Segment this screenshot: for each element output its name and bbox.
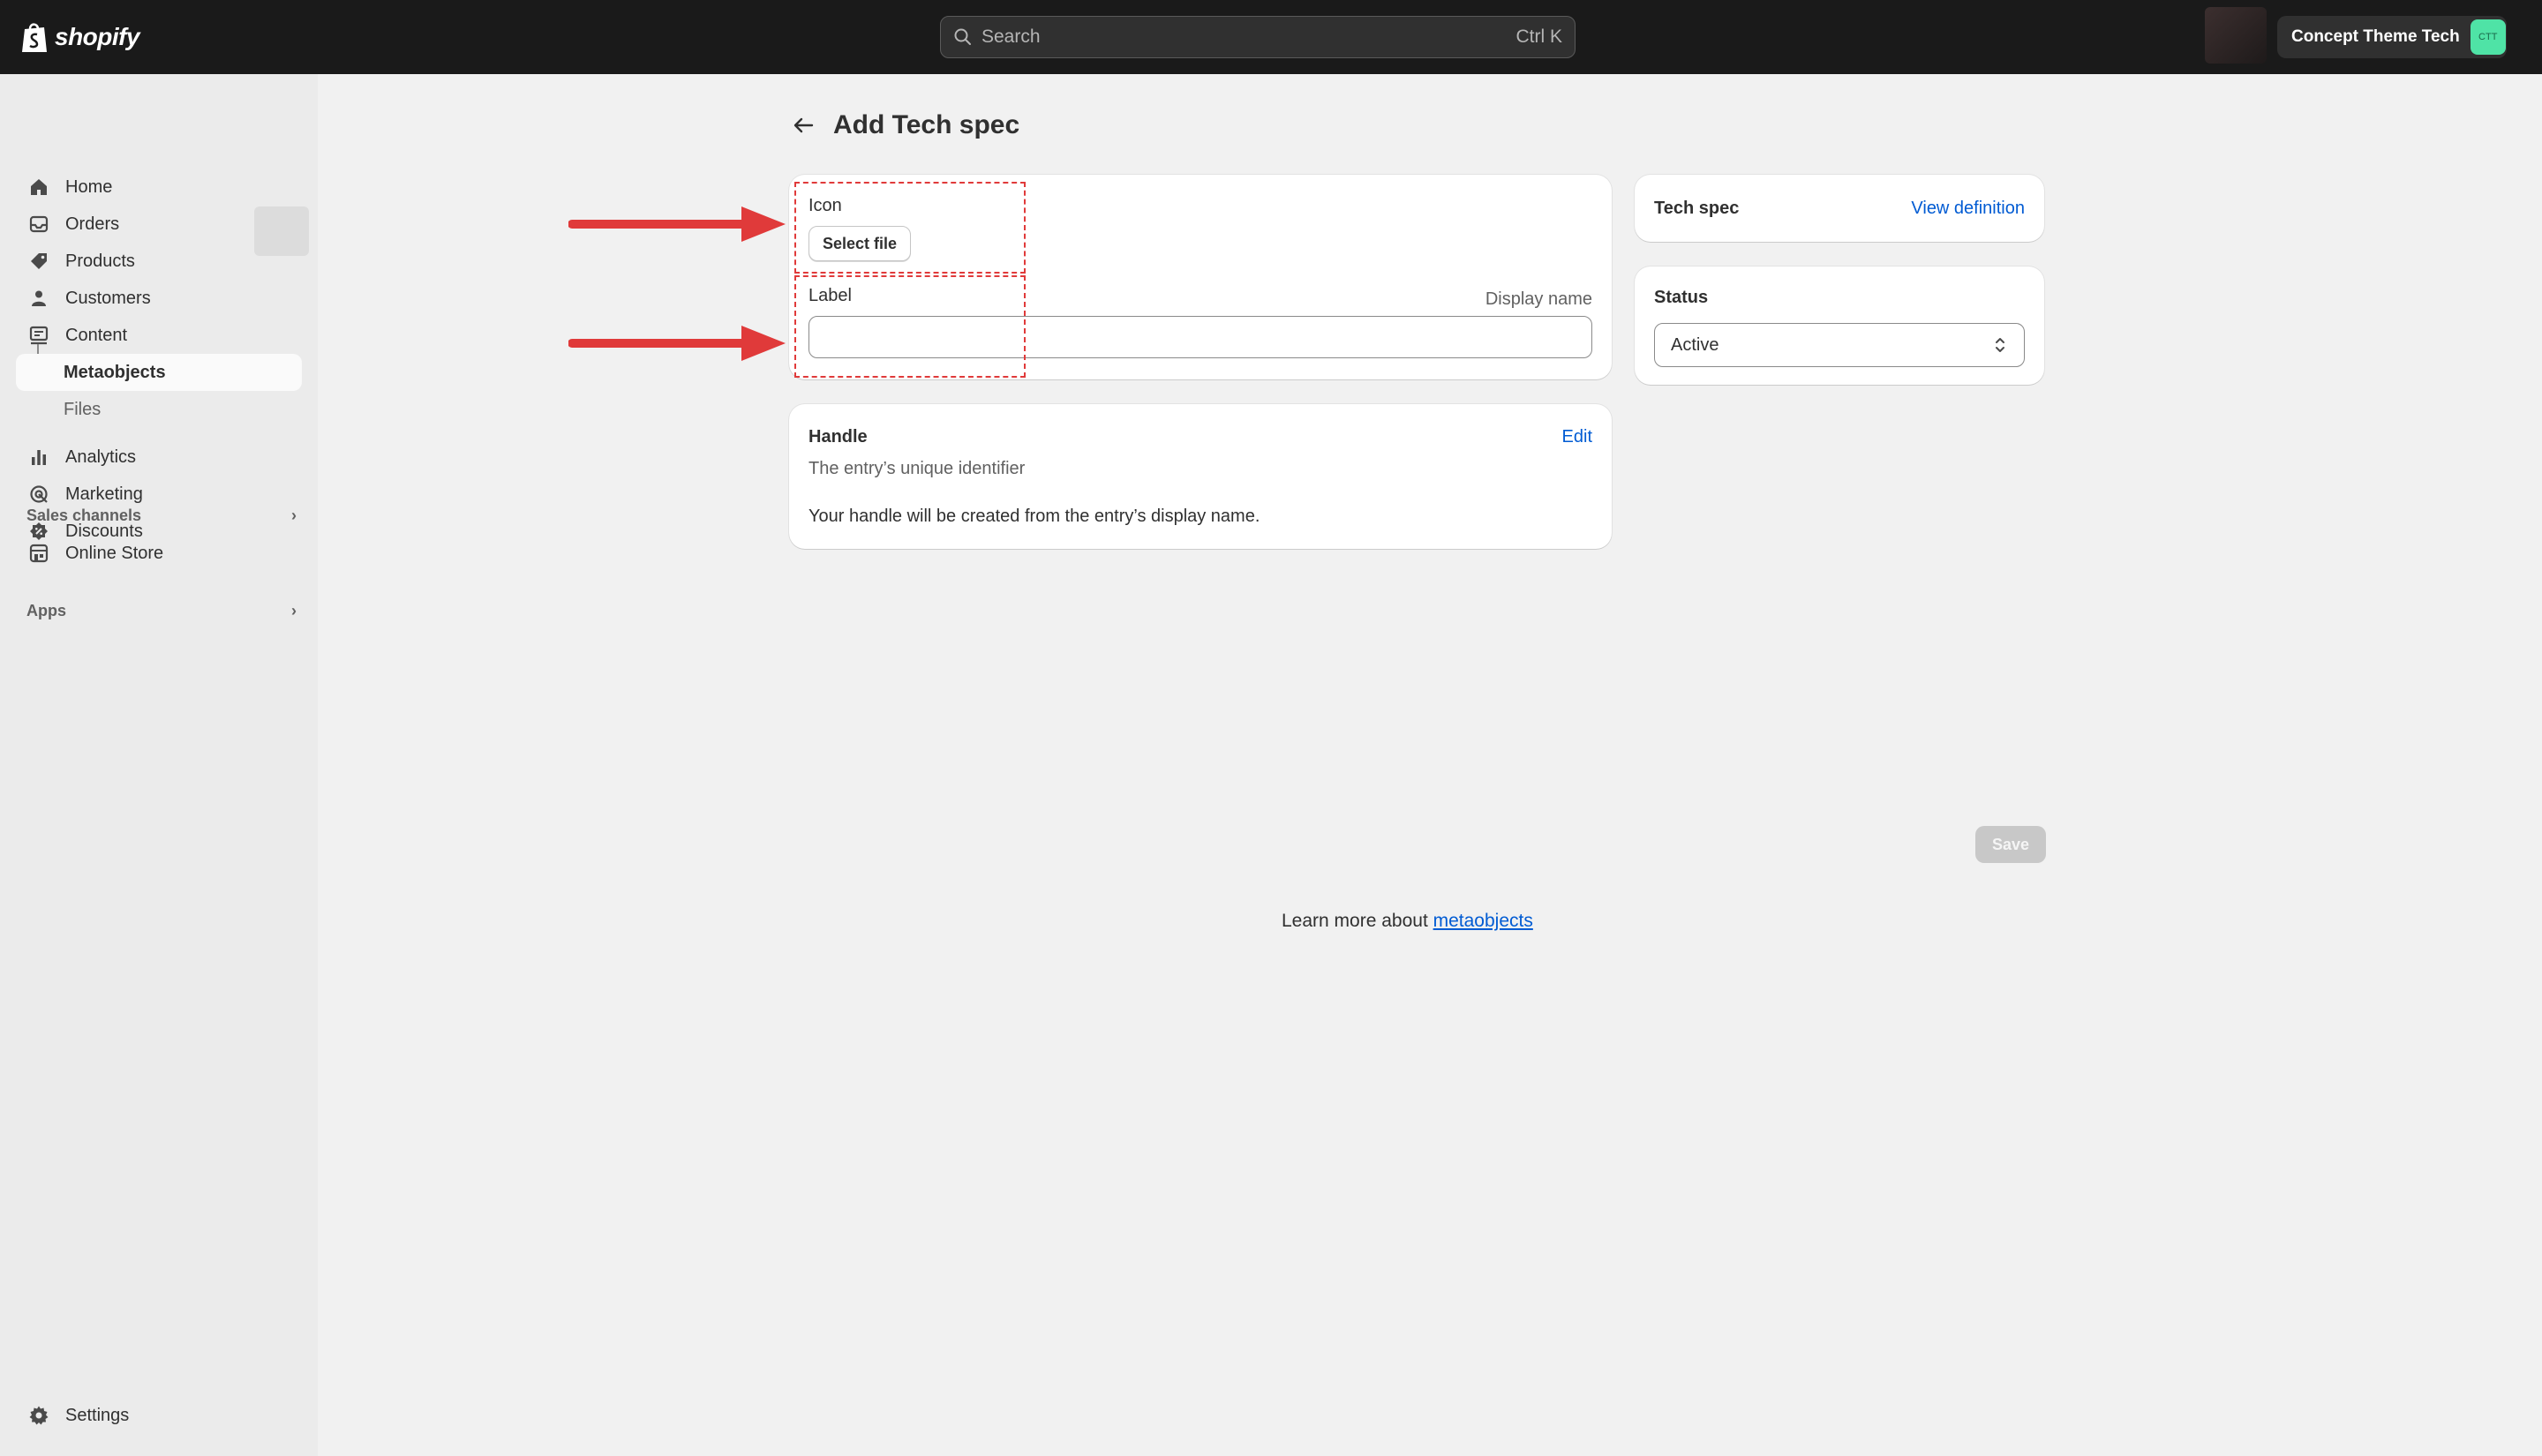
save-button[interactable]: Save [1975,826,2046,863]
sidebar-item-content[interactable]: Content [16,317,302,354]
shopify-bag-icon [22,23,47,52]
learn-more-text: Learn more about metaobjects [1282,911,1533,932]
select-file-button[interactable]: Select file [808,226,911,261]
sidebar-item-products[interactable]: Products [16,243,302,280]
chevron-right-icon: › [291,601,297,619]
handle-card: Handle Edit The entry’s unique identifie… [789,404,1612,549]
view-definition-link[interactable]: View definition [1911,199,2025,219]
store-name: Concept Theme Tech [2291,27,2460,46]
sidebar-item-label: Orders [65,214,120,234]
store-icon [29,544,49,563]
sidebar-item-label: Settings [65,1405,130,1425]
sidebar-item-label: Content [65,325,128,345]
label-field-label: Label [808,286,852,305]
page-header: Add Tech spec [791,104,1019,146]
store-menu-button[interactable]: Concept Theme Tech CTT [2277,16,2507,58]
bar-chart-icon [32,450,46,465]
notification-thumbnail[interactable] [2205,7,2267,64]
handle-title: Handle [808,427,868,447]
sidebar-item-label: Home [65,176,113,197]
page-title: Add Tech spec [833,110,1020,139]
techspec-card: Tech spec View definition [1635,175,2044,242]
sidebar-item-settings[interactable]: Settings [16,1397,302,1434]
apps-header[interactable]: Apps › [26,597,297,624]
sidebar-item-files[interactable]: Files [16,391,302,428]
label-input[interactable] [808,316,1592,358]
store-avatar: CTT [2470,19,2506,55]
inbox-icon [29,215,49,233]
tag-icon [31,253,47,269]
person-icon [32,290,46,306]
sidebar-item-online-store[interactable]: Online Store [16,535,302,572]
home-icon [31,179,47,195]
display-name-hint: Display name [1485,289,1592,309]
search-bar[interactable]: Search Ctrl K [940,16,1576,58]
sidebar-item-analytics[interactable]: Analytics [16,439,302,476]
sidebar: Home Orders Products Customers Content M… [0,74,318,1456]
sidebar-item-customers[interactable]: Customers [16,280,302,317]
shopify-logo[interactable]: shopify [19,19,140,55]
status-select[interactable]: Active [1654,323,2025,367]
search-placeholder: Search [981,26,1041,47]
icon-field-label: Icon [808,196,842,215]
search-icon [954,28,971,45]
status-title: Status [1654,288,1709,307]
status-card: Status Active [1635,266,2044,385]
annotation-arrow-icon [568,206,786,242]
sidebar-item-home[interactable]: Home [16,169,302,206]
sidebar-item-orders[interactable]: Orders [16,206,302,243]
handle-subtitle: The entry’s unique identifier [808,459,1026,478]
sidebar-item-label: Files [64,399,102,419]
learn-more-prefix: Learn more about [1282,911,1433,931]
apps-label: Apps [26,601,66,619]
status-selected-value: Active [1671,334,1719,355]
sidebar-item-label: Customers [65,288,151,308]
handle-description: Your handle will be created from the ent… [808,507,1260,526]
gear-icon [29,1406,49,1425]
sales-channels-header[interactable]: Sales channels › [26,502,297,529]
sidebar-item-label: Metaobjects [64,362,166,382]
fields-card: Icon Select file Label Display name [789,175,1612,379]
chevron-up-down-icon [1996,338,2004,352]
sidebar-item-label: Products [65,251,135,271]
edit-handle-link[interactable]: Edit [1562,427,1592,447]
metaobjects-link[interactable]: metaobjects [1433,911,1533,931]
logo-text: shopify [55,23,140,50]
search-shortcut: Ctrl K [1515,26,1563,47]
sidebar-item-metaobjects[interactable]: Metaobjects [16,354,302,391]
top-bar: shopify Search Ctrl K Concept Theme Tech… [0,0,2542,74]
content-icon [29,326,49,345]
back-arrow-icon[interactable] [791,113,816,138]
sidebar-item-label: Analytics [65,447,137,467]
annotation-arrow-icon [568,326,786,361]
techspec-title: Tech spec [1654,199,1740,218]
sidebar-item-label: Online Store [65,543,164,563]
chevron-right-icon: › [291,506,297,524]
sales-channels-label: Sales channels [26,506,142,524]
